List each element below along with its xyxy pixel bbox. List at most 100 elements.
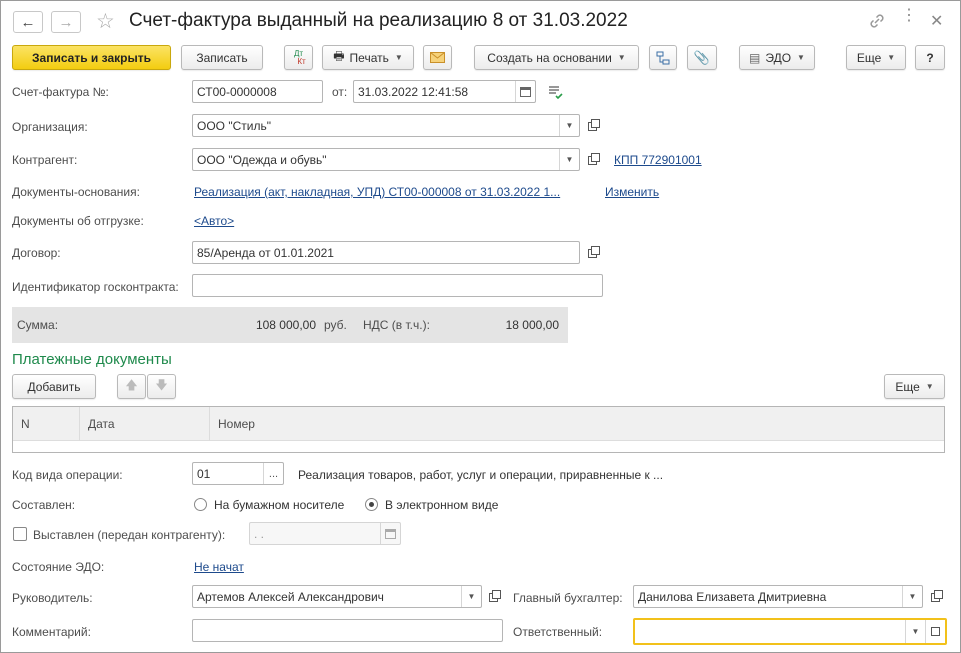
structure-button[interactable] — [649, 45, 677, 70]
open-icon[interactable] — [583, 244, 601, 262]
organization-field[interactable]: ООО "Стиль" ▼ — [192, 114, 580, 137]
open-icon[interactable] — [484, 588, 502, 606]
column-header-n[interactable]: N — [13, 407, 80, 441]
payments-more-button[interactable]: Еще ▼ — [884, 374, 945, 399]
invoice-number-field[interactable]: СТ00-0000008 — [192, 80, 323, 103]
issued-label[interactable]: Выставлен (передан контрагенту): — [33, 528, 225, 542]
chevron-down-icon[interactable]: ▼ — [902, 586, 922, 607]
head-field[interactable]: Артемов Алексей Александрович ▼ — [192, 585, 482, 608]
attachments-button[interactable]: 📎 — [687, 45, 717, 70]
chevron-down-icon: ▼ — [797, 53, 805, 62]
operation-code-value: 01 — [197, 466, 211, 481]
payments-more-label: Еще — [895, 379, 920, 394]
paper-radio[interactable] — [194, 498, 207, 511]
paperclip-icon: 📎 — [693, 49, 711, 65]
issued-date-field[interactable]: . . — [249, 522, 401, 545]
save-button[interactable]: Записать — [181, 45, 263, 70]
calendar-icon[interactable] — [515, 81, 535, 102]
responsible-label: Ответственный: — [513, 625, 603, 639]
invoice-number-value: СТ00-0000008 — [197, 84, 277, 99]
edo-button[interactable]: ▤ ЭДО ▼ — [739, 45, 815, 70]
back-button[interactable]: ← — [13, 11, 43, 33]
operation-code-label: Код вида операции: — [12, 468, 123, 482]
more-label: Еще — [856, 50, 882, 65]
move-down-button[interactable]: 🡇 — [147, 374, 176, 399]
head-label: Руководитель: — [12, 591, 93, 605]
form-window: ← → ☆ Счет-фактура выданный на реализаци… — [0, 0, 961, 653]
email-button[interactable] — [423, 45, 452, 70]
chief-accountant-value: Данилова Елизавета Дмитриевна — [638, 589, 827, 604]
operation-code-field[interactable]: 01 ... — [192, 462, 284, 485]
chevron-down-icon[interactable]: ▼ — [559, 149, 579, 170]
basis-documents-label: Документы-основания: — [12, 185, 140, 199]
composed-label: Составлен: — [12, 498, 76, 512]
open-icon[interactable] — [583, 151, 601, 169]
edo-label: ЭДО — [765, 50, 792, 65]
edo-state-label: Состояние ЭДО: — [12, 560, 105, 574]
chevron-down-icon[interactable]: ▼ — [559, 115, 579, 136]
contractor-field[interactable]: ООО "Одежда и обувь" ▼ — [192, 148, 580, 171]
add-button[interactable]: Добавить — [12, 374, 96, 399]
currency-label: руб. — [324, 318, 347, 332]
date-value: 31.03.2022 12:41:58 — [358, 84, 469, 99]
kpp-link[interactable]: КПП 772901001 — [614, 153, 702, 167]
column-header-date[interactable]: Дата — [80, 407, 210, 441]
open-icon[interactable] — [926, 588, 944, 606]
comment-label: Комментарий: — [12, 625, 91, 639]
sum-value: 108 000,00 — [255, 318, 316, 332]
issued-checkbox[interactable] — [13, 527, 27, 541]
chief-accountant-field[interactable]: Данилова Елизавета Дмитриевна ▼ — [633, 585, 923, 608]
change-link[interactable]: Изменить — [605, 185, 659, 199]
open-icon[interactable] — [583, 117, 601, 135]
calendar-icon[interactable] — [380, 523, 400, 544]
contract-label: Договор: — [12, 246, 61, 260]
table-header: N Дата Номер — [13, 407, 944, 441]
arrow-right-icon: → — [58, 13, 74, 31]
create-based-on-button[interactable]: Создать на основании ▼ — [474, 45, 639, 70]
open-icon[interactable] — [925, 620, 945, 643]
create-based-on-label: Создать на основании — [487, 50, 612, 65]
favorite-star-icon[interactable]: ☆ — [96, 9, 115, 34]
date-field[interactable]: 31.03.2022 12:41:58 — [353, 80, 536, 103]
comment-input[interactable] — [192, 619, 503, 642]
contractor-label: Контрагент: — [12, 153, 78, 167]
save-and-close-button[interactable]: Записать и закрыть — [12, 45, 171, 70]
link-icon[interactable] — [867, 11, 887, 31]
envelope-icon — [430, 52, 445, 63]
document-list-icon[interactable] — [547, 84, 563, 103]
gov-contract-id-input[interactable] — [192, 274, 603, 297]
more-button[interactable]: Еще ▼ — [846, 45, 906, 70]
help-button[interactable]: ? — [915, 45, 945, 70]
payments-section-title: Платежные документы — [12, 351, 172, 368]
close-icon[interactable]: ✕ — [930, 11, 943, 31]
move-up-button[interactable]: 🡅 — [117, 374, 146, 399]
chevron-down-icon[interactable]: ▼ — [905, 620, 925, 643]
paper-label[interactable]: На бумажном носителе — [214, 498, 344, 512]
organization-value: ООО "Стиль" — [197, 118, 271, 133]
issued-date-value: . . — [254, 526, 265, 541]
more-vertical-icon[interactable]: ⋮ — [901, 8, 917, 24]
head-value: Артемов Алексей Александрович — [197, 589, 384, 604]
forward-button[interactable]: → — [51, 11, 81, 33]
chevron-down-icon: ▼ — [394, 53, 403, 62]
responsible-field[interactable]: ▼ — [633, 618, 947, 645]
hierarchy-icon — [656, 51, 670, 64]
electronic-radio[interactable] — [365, 498, 378, 511]
summary-panel: Сумма: 108 000,00 руб. НДС (в т.ч.): 18 … — [12, 307, 568, 343]
basis-document-link[interactable]: Реализация (акт, накладная, УПД) СТ00-00… — [194, 185, 560, 199]
contract-field[interactable]: 85/Аренда от 01.01.2021 — [192, 241, 580, 264]
vat-value: 18 000,00 — [505, 318, 559, 332]
invoice-number-label: Счет-фактура №: — [12, 85, 109, 99]
chevron-down-icon: ▼ — [925, 382, 934, 391]
sum-label: Сумма: — [17, 318, 59, 332]
payments-table[interactable]: N Дата Номер — [12, 406, 945, 453]
select-ellipsis-icon[interactable]: ... — [263, 463, 283, 484]
edo-state-link[interactable]: Не начат — [194, 560, 244, 574]
dt-kt-button[interactable]: Дт Кт — [284, 45, 313, 70]
shipment-auto-link[interactable]: <Авто> — [194, 214, 234, 228]
contract-value: 85/Аренда от 01.01.2021 — [197, 245, 334, 260]
chevron-down-icon[interactable]: ▼ — [461, 586, 481, 607]
print-button[interactable]: 🖶 Печать ▼ — [322, 45, 414, 70]
column-header-number[interactable]: Номер — [210, 407, 944, 441]
electronic-label[interactable]: В электронном виде — [385, 498, 498, 512]
